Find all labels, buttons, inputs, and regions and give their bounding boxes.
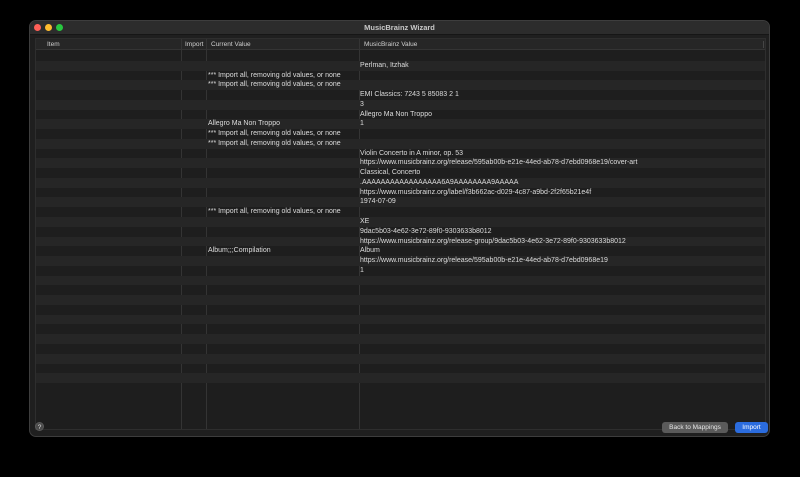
tag-row[interactable]: Release countryXE bbox=[36, 217, 765, 227]
musicbrainz-wizard-window: MusicBrainz Wizard Item Import Current V… bbox=[29, 20, 770, 437]
tag-row[interactable]: GenreClassical, Concerto bbox=[36, 168, 765, 178]
current-value-cell: *** Import all, removing old values, or … bbox=[208, 208, 341, 216]
file-row[interactable]: ›08 - 03 - Violin Concerto in A minor, o… bbox=[36, 285, 765, 295]
file-row[interactable]: ›08 - 11 - 4 Romantic Pieces, op. 75 III… bbox=[36, 364, 765, 374]
musicbrainz-value-cell: https://www.musicbrainz.org/release/595a… bbox=[360, 257, 608, 265]
file-row[interactable]: ›08 - 08 - Sonatina in G, op. 100 IV. Fi… bbox=[36, 334, 765, 344]
tag-row[interactable]: Album artist sort namePerlman, Itzhak bbox=[36, 60, 765, 71]
title-bar: MusicBrainz Wizard bbox=[30, 21, 769, 35]
column-header-musicbrainz-value[interactable]: MusicBrainz Value bbox=[364, 41, 417, 48]
musicbrainz-value-cell: 9dac5b03-4e62-3e72-89f0-9303633b8012 bbox=[360, 227, 492, 235]
import-button[interactable]: Import bbox=[735, 422, 768, 433]
current-value-cell: Allegro Ma Non Troppo bbox=[208, 120, 280, 128]
tag-row[interactable]: Catalog number (per label)EMI Classics: … bbox=[36, 90, 765, 100]
musicbrainz-value-cell: https://www.musicbrainz.org/release/595a… bbox=[360, 159, 638, 167]
file-row[interactable]: ›08 - 04 - Romance in F minor, op. 11.fl… bbox=[36, 295, 765, 305]
tag-row[interactable]: ›Classical: Recording Info*** Import all… bbox=[36, 129, 765, 139]
help-button[interactable]: ? bbox=[35, 422, 44, 431]
musicbrainz-value-cell: 1 bbox=[360, 120, 364, 128]
file-row[interactable]: ⌄08 - 01 - Violin Concerto in A minor, o… bbox=[36, 51, 765, 61]
file-row[interactable]: ›08 - 07 - Sonatina in G, op. 100 III. S… bbox=[36, 324, 765, 334]
tag-row[interactable]: Recording date1974-07-09 bbox=[36, 197, 765, 208]
table-body: ⌄08 - 01 - Violin Concerto in A minor, o… bbox=[36, 51, 765, 384]
tag-row[interactable]: Classical: Movement NumberAllegro Ma Non… bbox=[36, 119, 765, 130]
back-to-mappings-button[interactable]: Back to Mappings bbox=[662, 422, 728, 433]
current-value-cell: *** Import all, removing old values, or … bbox=[208, 81, 341, 89]
import-table: Item Import Current Value MusicBrainz Va… bbox=[35, 38, 766, 430]
musicbrainz-value-cell: 1974-07-09 bbox=[360, 198, 396, 206]
tag-row[interactable]: Import settings.AAAAAAAAAAAAAAAAA6A9AAAA… bbox=[36, 177, 765, 188]
tag-row[interactable]: Cover art URLhttps://www.musicbrainz.org… bbox=[36, 158, 765, 169]
musicbrainz-value-cell: Perlman, Itzhak bbox=[360, 61, 409, 69]
current-value-cell: Album;;;Compilation bbox=[208, 247, 271, 255]
tag-row[interactable]: ›Classical: Recording Info URLs*** Impor… bbox=[36, 138, 765, 149]
tag-row[interactable]: Release typeAlbum;;;CompilationAlbum bbox=[36, 246, 765, 256]
file-row[interactable]: ›08 - 02 - Violin Concerto in A minor, o… bbox=[36, 275, 765, 286]
column-divider[interactable] bbox=[763, 41, 764, 48]
tag-row[interactable]: Classical: Movement Count3 bbox=[36, 99, 765, 110]
tag-row[interactable]: ›Artist URLs*** Import all, removing old… bbox=[36, 80, 765, 91]
tag-row[interactable]: Classical: Movement NameAllegro Ma Non T… bbox=[36, 110, 765, 120]
file-row[interactable]: ›08 - 09 - 4 Romantic Pieces, op. 75 I. … bbox=[36, 344, 765, 354]
musicbrainz-value-cell: EMI Classics: 7243 5 85083 2 1 bbox=[360, 91, 459, 99]
tag-row[interactable]: Track position1 bbox=[36, 266, 765, 276]
file-row[interactable]: ›08 - 05 - Sonatina in G, op. 100 I. All… bbox=[36, 305, 765, 315]
file-row[interactable]: ›08 - 10 - 4 Romantic Pieces, op. 75 II.… bbox=[36, 353, 765, 364]
tag-row[interactable]: ›Relationship URLS*** Import all, removi… bbox=[36, 207, 765, 217]
window-title: MusicBrainz Wizard bbox=[364, 23, 435, 32]
column-header-current-value[interactable]: Current Value bbox=[211, 41, 251, 48]
current-value-cell: *** Import all, removing old values, or … bbox=[208, 71, 341, 79]
musicbrainz-value-cell: https://www.musicbrainz.org/label/f3b662… bbox=[360, 188, 592, 196]
musicbrainz-value-cell: Allegro Ma Non Troppo bbox=[360, 110, 432, 118]
tag-row[interactable]: Release URLhttps://www.musicbrainz.org/r… bbox=[36, 256, 765, 266]
table-header: Item Import Current Value MusicBrainz Va… bbox=[36, 39, 765, 50]
musicbrainz-value-cell: 1 bbox=[360, 266, 364, 274]
tag-row[interactable]: Classical: Work NameViolin Concerto in A… bbox=[36, 149, 765, 159]
current-value-cell: *** Import all, removing old values, or … bbox=[208, 130, 341, 138]
column-header-import[interactable]: Import bbox=[185, 41, 203, 48]
tag-row[interactable]: Label URLshttps://www.musicbrainz.org/la… bbox=[36, 188, 765, 198]
musicbrainz-value-cell: XE bbox=[360, 218, 370, 226]
file-row[interactable]: ›08 - 12 - 4 Romantic Pieces, op. 75 IV.… bbox=[36, 373, 765, 384]
musicbrainz-value-cell: 3 bbox=[360, 100, 364, 108]
musicbrainz-value-cell: .AAAAAAAAAAAAAAAAA6A9AAAAAAAA9AAAAA bbox=[360, 178, 519, 186]
musicbrainz-value-cell: https://www.musicbrainz.org/release-grou… bbox=[360, 237, 626, 245]
current-value-cell: *** Import all, removing old values, or … bbox=[208, 139, 341, 147]
musicbrainz-value-cell: Album bbox=[360, 247, 380, 255]
tag-row[interactable]: Release group URLhttps://www.musicbrainz… bbox=[36, 236, 765, 247]
musicbrainz-value-cell: Classical, Concerto bbox=[360, 169, 421, 177]
file-row[interactable]: ›08 - 06 - Sonatina in G, op. 100 II. La… bbox=[36, 314, 765, 325]
musicbrainz-value-cell: Violin Concerto in A minor, op. 53 bbox=[360, 149, 463, 157]
tag-row[interactable]: ›Album artist URLs*** Import all, removi… bbox=[36, 71, 765, 81]
tag-row[interactable]: Release group id9dac5b03-4e62-3e72-89f0-… bbox=[36, 227, 765, 237]
column-header-item[interactable]: Item bbox=[47, 41, 60, 48]
